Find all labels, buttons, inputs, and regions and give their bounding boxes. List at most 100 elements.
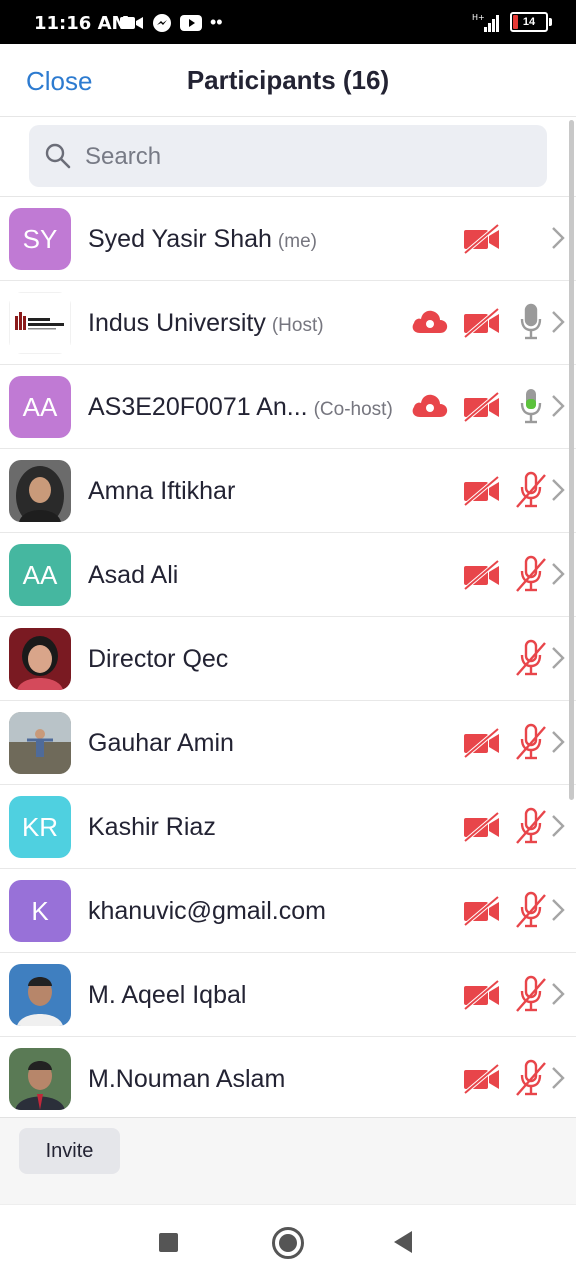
participant-row[interactable]: Indus University (Host) — [0, 281, 576, 365]
chevron-right-icon[interactable] — [550, 561, 566, 592]
participant-name-wrap: Gauhar Amin — [88, 729, 234, 758]
participant-row[interactable]: Amna Iftikhar — [0, 449, 576, 533]
chevron-right-icon[interactable] — [550, 309, 566, 340]
cloud-recording-icon — [410, 391, 450, 426]
video-off-icon — [462, 1063, 502, 1100]
participant-name: Syed Yasir Shah — [88, 225, 272, 253]
notification-icons: •• — [120, 12, 223, 33]
chevron-right-icon[interactable] — [550, 645, 566, 676]
avatar: SY — [9, 208, 71, 270]
participant-row[interactable]: Gauhar Amin — [0, 701, 576, 785]
cloud-recording-icon — [410, 307, 450, 342]
participant-name-wrap: M.Nouman Aslam — [88, 1065, 285, 1094]
participant-name: khanuvic@gmail.com — [88, 897, 326, 925]
video-off-icon — [462, 223, 502, 260]
participant-row[interactable]: AA Asad Ali — [0, 533, 576, 617]
participants-header: Close Participants (16) — [0, 44, 576, 117]
participant-name: Indus University — [88, 309, 266, 337]
participant-name-wrap: AS3E20F0071 An... (Co-host) — [88, 393, 393, 422]
participant-name: Gauhar Amin — [88, 729, 234, 757]
video-off-icon — [462, 307, 502, 344]
participant-row[interactable]: AA AS3E20F0071 An... (Co-host) — [0, 365, 576, 449]
mic-muted-icon — [516, 471, 546, 514]
participant-name: Amna Iftikhar — [88, 477, 236, 505]
avatar: KR — [9, 796, 71, 858]
video-off-icon — [462, 979, 502, 1016]
video-off-icon — [462, 727, 502, 764]
home-icon[interactable] — [272, 1227, 304, 1259]
participant-row[interactable]: M.Nouman Aslam — [0, 1037, 576, 1117]
recent-apps-icon[interactable] — [159, 1233, 178, 1252]
participant-row[interactable]: Kkhanuvic@gmail.com — [0, 869, 576, 953]
chevron-right-icon[interactable] — [550, 729, 566, 760]
video-off-icon — [462, 895, 502, 932]
participant-name: Kashir Riaz — [88, 813, 216, 841]
participant-name-wrap: khanuvic@gmail.com — [88, 897, 326, 926]
participant-name: AS3E20F0071 An... — [88, 393, 308, 421]
participant-list[interactable]: SY Syed Yasir Shah (me) Indus University (Ho… — [0, 197, 576, 1117]
avatar-photo — [9, 460, 71, 522]
chevron-right-icon[interactable] — [550, 477, 566, 508]
avatar: AA — [9, 376, 71, 438]
participant-name-wrap: Indus University (Host) — [88, 309, 324, 338]
clock: 11:16 AM — [34, 13, 130, 34]
page-title: Participants (16) — [186, 65, 390, 95]
participant-row[interactable]: SY Syed Yasir Shah (me) — [0, 197, 576, 281]
chevron-right-icon[interactable] — [550, 897, 566, 928]
chevron-right-icon[interactable] — [550, 1065, 566, 1096]
messenger-icon — [153, 13, 171, 32]
participant-role: (me) — [277, 231, 317, 252]
avatar: AA — [9, 544, 71, 606]
system-nav-bar — [0, 1204, 576, 1281]
participant-name: Asad Ali — [88, 561, 179, 589]
chevron-right-icon[interactable] — [550, 225, 566, 256]
university-logo — [9, 292, 71, 354]
participant-name-wrap: Asad Ali — [88, 561, 178, 590]
battery-icon: 14 — [510, 12, 552, 32]
chevron-right-icon[interactable] — [550, 393, 566, 424]
participant-row[interactable]: KR Kashir Riaz — [0, 785, 576, 869]
search-icon — [45, 143, 71, 169]
participant-name: M.Nouman Aslam — [88, 1065, 286, 1093]
mic-muted-icon — [516, 555, 546, 598]
avatar-photo — [9, 628, 71, 690]
participant-role: (Co-host) — [313, 399, 393, 420]
avatar-photo — [9, 1048, 71, 1110]
mic-muted-icon — [516, 1059, 546, 1102]
mic-muted-icon — [516, 639, 546, 682]
avatar-photo — [9, 964, 71, 1026]
search-input[interactable] — [83, 137, 527, 177]
video-off-icon — [462, 811, 502, 848]
avatar: K — [9, 880, 71, 942]
signal-icon: H+ — [472, 13, 499, 32]
participant-name-wrap: M. Aqeel Iqbal — [88, 981, 246, 1010]
search-bar[interactable] — [29, 125, 547, 187]
more-notifications-icon: •• — [210, 12, 223, 32]
mic-speaking-icon — [516, 387, 546, 430]
invite-button[interactable]: Invite — [19, 1128, 120, 1174]
video-off-icon — [462, 559, 502, 596]
mic-muted-icon — [516, 723, 546, 766]
participant-name-wrap: Syed Yasir Shah (me) — [88, 225, 317, 254]
back-icon[interactable] — [394, 1231, 412, 1253]
mic-icon — [516, 303, 546, 346]
mic-muted-icon — [516, 891, 546, 934]
youtube-icon — [180, 14, 202, 31]
video-camera-icon — [120, 16, 143, 29]
video-off-icon — [462, 475, 502, 512]
participant-row[interactable]: M. Aqeel Iqbal — [0, 953, 576, 1037]
chevron-right-icon[interactable] — [550, 981, 566, 1012]
avatar-photo — [9, 712, 71, 774]
video-off-icon — [462, 391, 502, 428]
footer-bar: Invite — [0, 1117, 576, 1204]
participant-name: Director Qec — [88, 645, 229, 673]
participant-name-wrap: Amna Iftikhar — [88, 477, 235, 506]
system-icons: H+ 14 — [472, 12, 552, 32]
participant-name: M. Aqeel Iqbal — [88, 981, 247, 1009]
scrollbar[interactable] — [569, 120, 574, 800]
participant-name-wrap: Director Qec — [88, 645, 228, 674]
mic-muted-icon — [516, 975, 546, 1018]
participant-name-wrap: Kashir Riaz — [88, 813, 216, 842]
chevron-right-icon[interactable] — [550, 813, 566, 844]
participant-row[interactable]: Director Qec — [0, 617, 576, 701]
